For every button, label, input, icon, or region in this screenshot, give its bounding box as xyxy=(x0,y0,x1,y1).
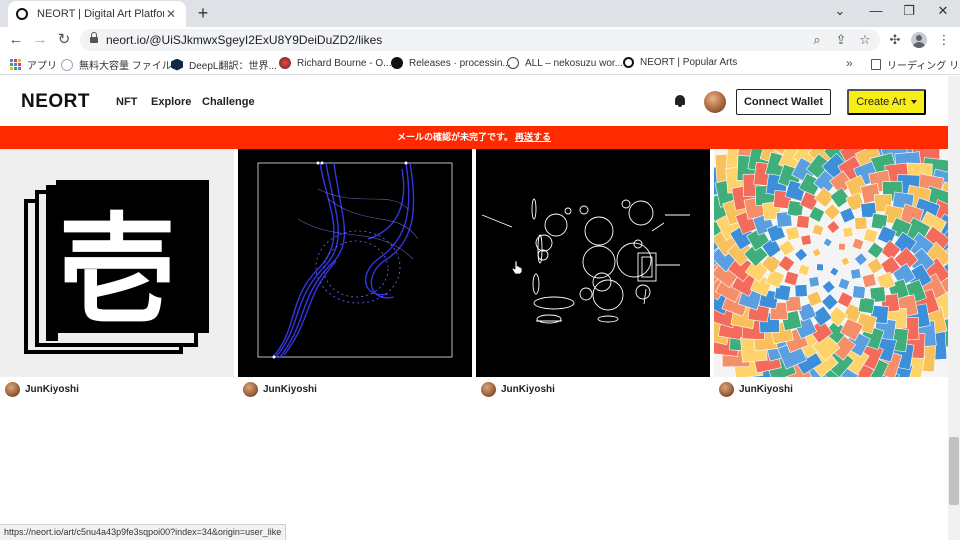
reading-list-label: リーディング リスト xyxy=(887,61,960,72)
tab-search-chevron-icon[interactable]: ⌄ xyxy=(830,3,850,19)
file-icon xyxy=(61,58,73,71)
user-avatar[interactable] xyxy=(704,91,726,113)
minimize-icon[interactable]: — xyxy=(866,3,886,19)
card-author[interactable]: JunKiyoshi xyxy=(481,382,555,397)
bell-icon[interactable] xyxy=(674,95,686,107)
reading-list[interactable]: リーディング リスト xyxy=(871,57,960,72)
bookmark-label: NEORT | Popular Arts xyxy=(640,57,738,68)
card-author[interactable]: JunKiyoshi xyxy=(5,382,79,397)
artwork-card: JunKiyoshi xyxy=(238,149,472,397)
wordpress-icon xyxy=(507,57,519,69)
page-scrollbar-thumb[interactable] xyxy=(949,437,959,505)
forward-arrow-icon[interactable]: → xyxy=(30,30,50,50)
author-avatar xyxy=(5,382,20,397)
menu-kebab-icon[interactable]: ⋮ xyxy=(935,31,953,49)
artwork-thumbnail[interactable] xyxy=(714,149,948,377)
restore-icon[interactable]: ❐ xyxy=(899,3,919,19)
neort-logo[interactable]: NEORT xyxy=(21,91,90,113)
artwork-thumbnail[interactable] xyxy=(238,149,472,377)
card-author[interactable]: JunKiyoshi xyxy=(243,382,317,397)
artwork-blue-flow-image xyxy=(257,161,453,359)
deepl-icon xyxy=(171,58,183,71)
artwork-card: 壱 JunKiyoshi xyxy=(0,149,234,397)
hand-cursor-icon xyxy=(511,260,523,274)
bookmark-label: DeepL翻訳：世界... xyxy=(189,61,277,72)
nav-nft[interactable]: NFT xyxy=(116,96,137,108)
bookmark-neort-popular[interactable]: NEORT | Popular Arts xyxy=(623,57,737,68)
link-status-bar: https://neort.io/art/c5nu4a43p9fe3sqpoi0… xyxy=(0,524,287,540)
address-bar[interactable]: neort.io/@UiSJkmwxSgeyI2ExU8Y9DeiDuZD2/l… xyxy=(80,29,880,51)
lock-icon[interactable] xyxy=(90,32,98,44)
bookmark-label: ALL – nekosuzu wor... xyxy=(525,57,624,69)
resend-link[interactable]: 再送する xyxy=(515,132,551,142)
bookmark-processing-releases[interactable]: Releases · processin... xyxy=(391,57,511,69)
connect-wallet-button[interactable]: Connect Wallet xyxy=(736,89,831,115)
site-header: NEORT NFT Explore Challenge Connect Wall… xyxy=(0,76,948,126)
bookmark-star-icon[interactable]: ☆ xyxy=(856,31,874,49)
author-name: JunKiyoshi xyxy=(739,384,793,395)
neort-favicon-icon xyxy=(16,8,28,20)
browser-tab-bar: NEORT | Digital Art Platform ✕ + ⌄ — ❐ ✕ xyxy=(0,0,960,27)
tab-title: NEORT | Digital Art Platform xyxy=(37,8,164,20)
bookmark-deepl[interactable]: DeepL翻訳：世界... xyxy=(171,57,277,72)
github-icon xyxy=(391,57,403,69)
nav-challenge[interactable]: Challenge xyxy=(202,96,255,108)
bookmark-label: Richard Bourne - O... xyxy=(297,57,392,69)
bookmark-label: Releases · processin... xyxy=(409,57,511,69)
reload-icon[interactable]: ↻ xyxy=(54,30,74,50)
card-author[interactable]: JunKiyoshi xyxy=(719,382,793,397)
author-name: JunKiyoshi xyxy=(501,384,555,395)
artwork-card: JunKiyoshi xyxy=(714,149,948,397)
back-arrow-icon[interactable]: ← xyxy=(6,30,26,50)
extensions-puzzle-icon[interactable]: ✣ xyxy=(886,31,904,49)
browser-toolbar: ← → ↻ neort.io/@UiSJkmwxSgeyI2ExU8Y9DeiD… xyxy=(0,27,960,53)
neort-icon xyxy=(623,57,634,68)
author-name: JunKiyoshi xyxy=(263,384,317,395)
author-name: JunKiyoshi xyxy=(25,384,79,395)
banner-text: メールの確認が未完了です。 xyxy=(396,132,514,142)
create-art-button[interactable]: Create Art xyxy=(847,89,926,115)
reading-list-icon xyxy=(871,59,881,70)
browser-tab-active[interactable]: NEORT | Digital Art Platform ✕ xyxy=(8,1,186,27)
bookmark-nekosuzu[interactable]: ALL – nekosuzu wor... xyxy=(507,57,623,69)
bookmarks-bar: アプリ 無料大容量 ファイル... DeepL翻訳：世界... Richard … xyxy=(0,53,960,75)
bookmark-label: 無料大容量 ファイル... xyxy=(79,61,181,72)
apps-icon xyxy=(10,59,21,70)
author-avatar xyxy=(719,382,734,397)
zoom-icon[interactable]: ⌕ xyxy=(808,31,826,49)
close-tab-icon[interactable]: ✕ xyxy=(164,7,178,21)
nav-explore[interactable]: Explore xyxy=(151,96,191,108)
profile-icon[interactable] xyxy=(911,32,927,48)
create-art-label: Create Art xyxy=(856,96,906,108)
bookmark-richard-bourne[interactable]: Richard Bourne - O... xyxy=(279,57,391,69)
share-icon[interactable]: ⇪ xyxy=(832,31,850,49)
caret-down-icon xyxy=(910,100,917,104)
email-verification-banner: メールの確認が未完了です。 再送する xyxy=(0,126,948,149)
kanji-text: 壱 xyxy=(58,201,176,339)
artwork-cubes-image xyxy=(714,149,948,377)
url-text: neort.io/@UiSJkmwxSgeyI2ExU8Y9DeiDuZD2/l… xyxy=(106,33,383,47)
artwork-kanji-image: 壱 xyxy=(24,180,209,354)
globe-icon xyxy=(279,57,291,69)
author-avatar xyxy=(243,382,258,397)
bookmark-apps[interactable]: アプリ xyxy=(10,57,57,72)
author-avatar xyxy=(481,382,496,397)
bookmark-file-transfer[interactable]: 無料大容量 ファイル... xyxy=(61,57,180,72)
bookmarks-overflow-icon[interactable]: » xyxy=(846,56,853,70)
artwork-thumbnail[interactable]: 壱 xyxy=(0,149,234,377)
bookmark-label: アプリ xyxy=(27,61,57,72)
close-window-icon[interactable]: ✕ xyxy=(933,3,953,19)
new-tab-icon[interactable]: + xyxy=(193,3,213,23)
